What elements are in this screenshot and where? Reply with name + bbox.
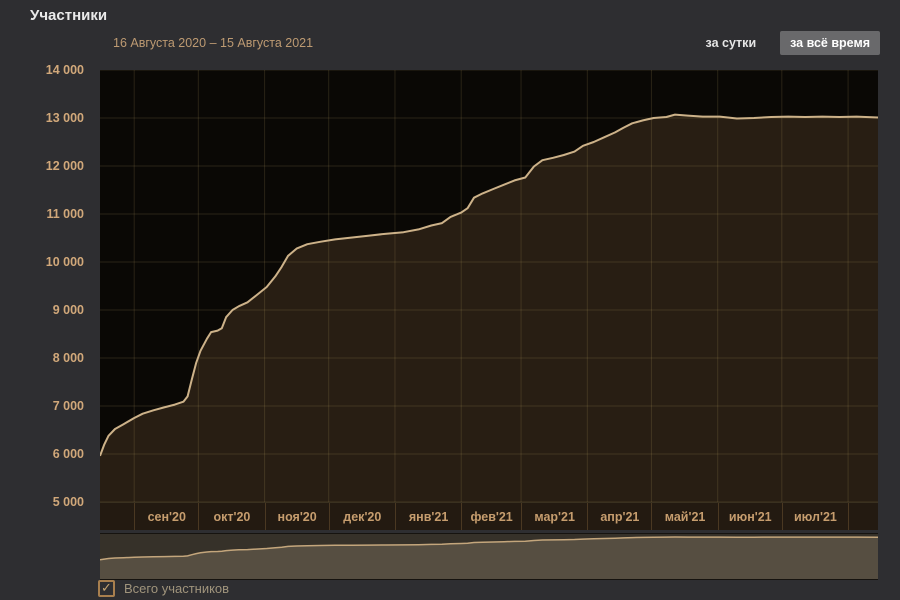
legend-checkbox[interactable]: ✓: [98, 580, 115, 597]
y-axis-label: 9 000: [52, 303, 84, 317]
navigator-svg: [100, 536, 878, 579]
x-axis-label: июн'21: [717, 503, 782, 530]
y-axis-label: 12 000: [45, 159, 84, 173]
chart-navigator[interactable]: [100, 533, 878, 580]
x-axis-cell: [848, 503, 878, 530]
y-axis-label: 11 000: [46, 207, 84, 221]
y-axis-label: 13 000: [45, 111, 84, 125]
x-axis-label: апр'21: [587, 503, 651, 530]
main-chart-svg: [100, 70, 878, 502]
x-axis-label: сен'20: [134, 503, 198, 530]
range-switcher: за сутки за всё время: [696, 31, 880, 55]
x-axis: сен'20 окт'20 ноя'20 дек'20 янв'21 фев'21 мар'…: [100, 502, 878, 530]
x-axis-label: мар'21: [521, 503, 587, 530]
x-axis-label: окт'20: [198, 503, 264, 530]
nav-series-area: [100, 537, 878, 579]
legend-label[interactable]: Всего участников: [124, 581, 229, 596]
y-axis-label: 14 000: [45, 63, 84, 77]
chart-plot-area[interactable]: [100, 70, 878, 502]
x-axis-label: янв'21: [394, 503, 461, 530]
x-axis-label: ноя'20: [264, 503, 329, 530]
x-axis-label: июл'21: [781, 503, 848, 530]
series-area: [100, 114, 878, 502]
x-axis-label: дек'20: [328, 503, 395, 530]
y-axis-label: 6 000: [52, 447, 84, 461]
y-axis-label: 7 000: [52, 399, 84, 413]
range-button-day[interactable]: за сутки: [696, 31, 767, 55]
x-axis-label: май'21: [651, 503, 717, 530]
range-button-alltime[interactable]: за всё время: [780, 31, 880, 55]
chart-date-range: 16 Августа 2020 – 15 Августа 2021: [113, 36, 314, 50]
y-axis-label: 5 000: [52, 495, 84, 509]
members-stats-page: Участники 16 Августа 2020 – 15 Августа 2…: [0, 0, 900, 600]
legend-row: ✓ Всего участников: [98, 580, 229, 597]
y-axis-label: 10 000: [45, 255, 84, 269]
x-axis-label: фев'21: [461, 503, 521, 530]
y-axis: 14 000 13 000 12 000 11 000 10 000 9 000 8 000…: [0, 0, 92, 600]
check-icon: ✓: [101, 580, 112, 595]
y-axis-label: 8 000: [52, 351, 84, 365]
